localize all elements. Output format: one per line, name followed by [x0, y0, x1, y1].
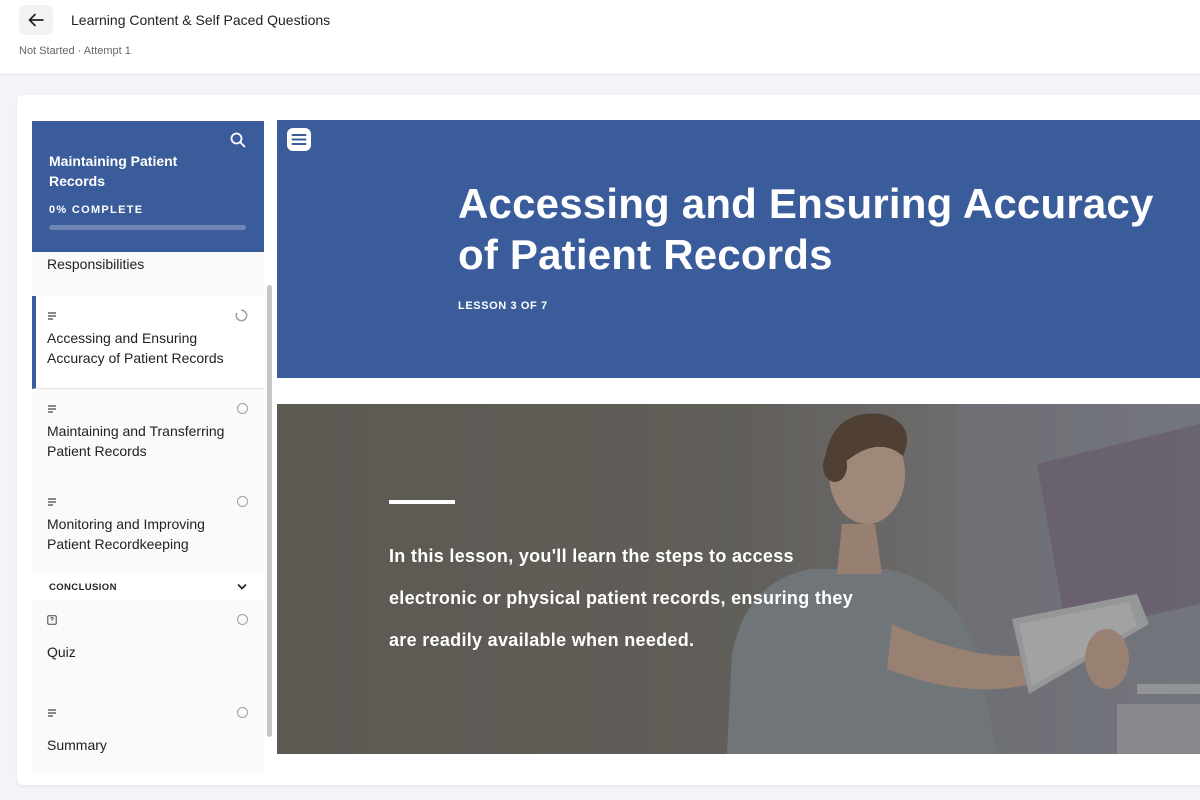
sidebar-item-accessing-records[interactable]: Accessing and Ensuring Accuracy of Patie…	[32, 296, 264, 389]
not-started-icon	[237, 403, 248, 414]
not-started-icon	[237, 496, 248, 507]
section-label: CONCLUSION	[49, 582, 117, 593]
sidebar-item-quiz[interactable]: Quiz	[32, 600, 264, 694]
lesson-intro-image: In this lesson, you'll learn the steps t…	[277, 404, 1200, 754]
sidebar-item-label: Quiz	[47, 644, 76, 660]
menu-icon[interactable]	[286, 127, 312, 152]
sidebar-item-label: Accessing and Ensuring Accuracy of Patie…	[47, 330, 224, 366]
lesson-title: Accessing and Ensuring Accuracy of Patie…	[458, 180, 1154, 278]
sidebar-item-summary[interactable]: Summary	[32, 693, 264, 773]
chevron-down-icon	[237, 584, 247, 590]
sidebar-item-label: Summary	[47, 737, 107, 753]
course-title: Maintaining Patient Records	[49, 153, 178, 189]
sidebar-item-label: Monitoring and Improving Patient Recordk…	[47, 516, 205, 552]
lesson-counter: LESSON 3 OF 7	[458, 300, 548, 312]
progress-label: 0% COMPLETE	[49, 204, 144, 216]
intro-divider	[389, 500, 455, 504]
sidebar-header: Maintaining Patient Records 0% COMPLETE	[32, 121, 264, 252]
top-bar: Learning Content & Self Paced Questions …	[0, 0, 1200, 75]
sidebar-item-maintaining-transferring[interactable]: Maintaining and Transferring Patient Rec…	[32, 389, 264, 483]
sidebar-item-monitoring-improving[interactable]: Monitoring and Improving Patient Recordk…	[32, 482, 264, 576]
lesson-hero: Accessing and Ensuring Accuracy of Patie…	[277, 120, 1200, 378]
lesson-intro-text: In this lesson, you'll learn the steps t…	[389, 546, 854, 650]
in-progress-icon	[235, 309, 248, 322]
back-button[interactable]	[19, 5, 53, 35]
attempt-status: Not Started · Attempt 1	[19, 45, 131, 57]
page-title: Learning Content & Self Paced Questions	[71, 12, 331, 28]
not-started-icon	[237, 614, 248, 625]
text-lines-icon	[48, 312, 56, 320]
sidebar-item-label: Maintaining and Transferring Patient Rec…	[47, 423, 225, 459]
search-icon[interactable]	[229, 131, 247, 149]
progress-bar	[49, 225, 246, 230]
text-lines-icon	[48, 709, 56, 717]
sidebar-item-label: Responsibilities	[47, 256, 145, 272]
text-lines-icon	[48, 405, 56, 413]
quiz-icon	[47, 615, 57, 625]
sidebar-item-responsibilities[interactable]: Responsibilities	[32, 252, 264, 297]
sidebar-lesson-list: Responsibilities Accessing and Ensuring …	[32, 252, 264, 773]
sidebar-scrollbar[interactable]	[267, 285, 272, 737]
section-header-conclusion[interactable]: CONCLUSION	[32, 575, 264, 601]
arrow-left-icon	[28, 13, 44, 27]
text-lines-icon	[48, 498, 56, 506]
not-started-icon	[237, 707, 248, 718]
